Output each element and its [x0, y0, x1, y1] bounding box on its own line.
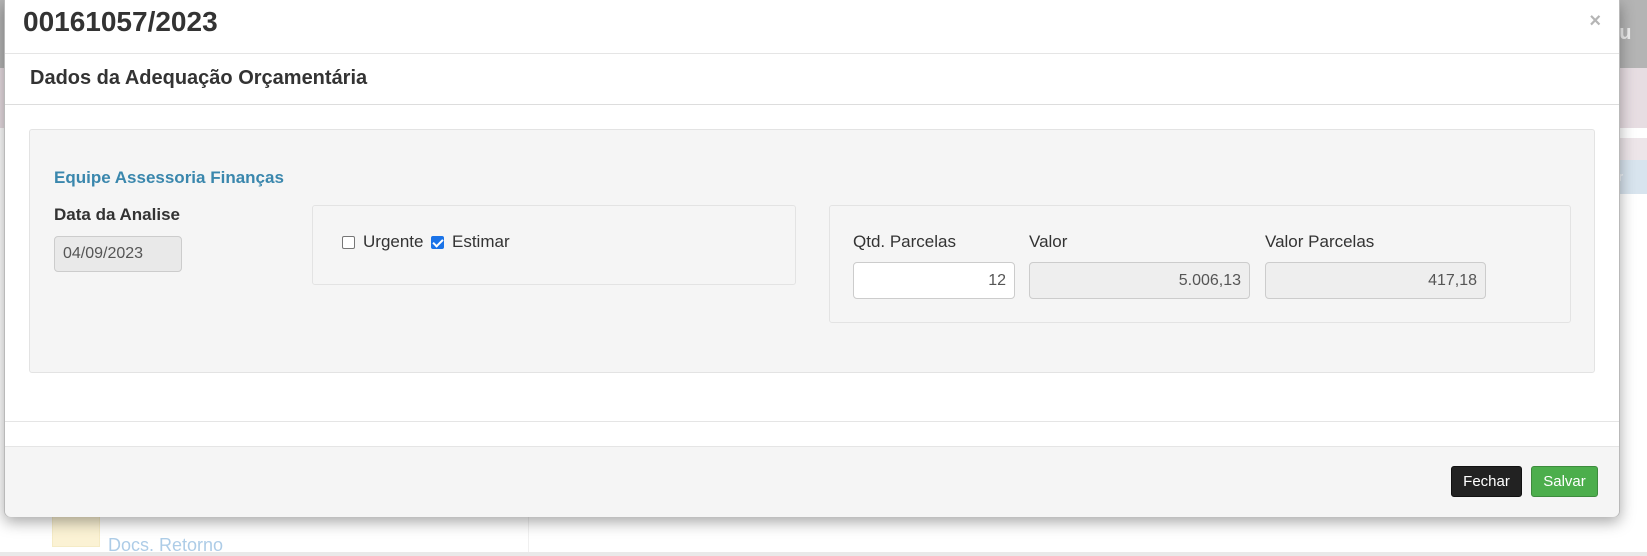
- installment-value-label: Valor Parcelas: [1265, 232, 1375, 251]
- analysis-date-field[interactable]: 04/09/2023: [54, 236, 182, 272]
- save-button[interactable]: Salvar: [1531, 466, 1598, 497]
- section-header: Dados da Adequação Orçamentária: [5, 54, 1619, 105]
- value-field: 5.006,13: [1029, 262, 1250, 299]
- flags-group: Urgente Estimar: [312, 205, 796, 285]
- installments-count-field[interactable]: 12: [853, 262, 1015, 299]
- urgent-checkbox-item[interactable]: Urgente: [342, 232, 423, 252]
- team-title: Equipe Assessoria Finanças: [54, 168, 284, 187]
- budget-panel: Equipe Assessoria Finanças Data da Anali…: [29, 129, 1595, 373]
- modal-dialog: 00161057/2023 × Dados da Adequação Orçam…: [4, 0, 1620, 517]
- urgent-checkbox-label: Urgente: [363, 232, 424, 251]
- installment-value-field: 417,18: [1265, 262, 1486, 299]
- analysis-date-label: Data da Analise: [54, 205, 180, 224]
- estimate-checkbox-item[interactable]: Estimar: [431, 232, 510, 252]
- body-divider: [5, 421, 1619, 422]
- estimate-checkbox-label: Estimar: [452, 232, 510, 251]
- section-title: Dados da Adequação Orçamentária: [30, 67, 368, 89]
- modal-title: 00161057/2023: [23, 6, 218, 37]
- close-button[interactable]: Fechar: [1451, 466, 1522, 497]
- value-label: Valor: [1029, 232, 1068, 251]
- installments-group: Qtd. Parcelas 12 Valor 5.006,13 Valor Pa…: [829, 205, 1571, 323]
- modal-header: 00161057/2023 ×: [5, 0, 1619, 54]
- estimate-checkbox[interactable]: [431, 235, 444, 249]
- urgent-checkbox[interactable]: [342, 235, 355, 249]
- modal-footer: Fechar Salvar: [5, 446, 1619, 517]
- close-icon[interactable]: ×: [1589, 10, 1601, 33]
- installments-count-label: Qtd. Parcelas: [853, 232, 956, 251]
